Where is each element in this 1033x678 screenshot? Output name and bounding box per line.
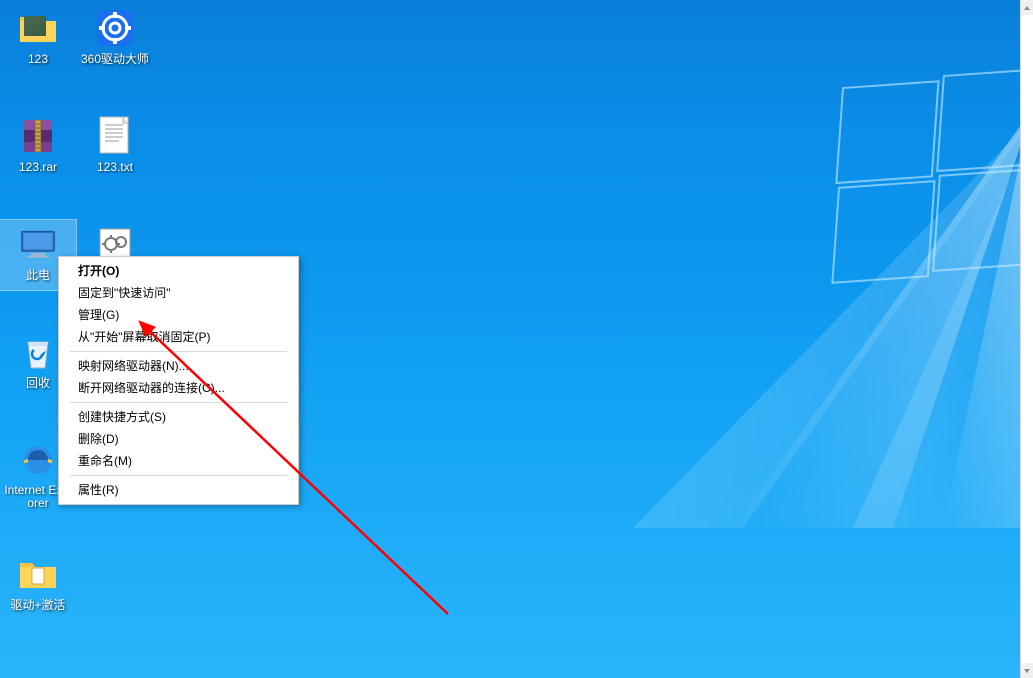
icon-label: 驱动+激活: [10, 598, 65, 612]
icon-label: 此电: [26, 268, 50, 282]
desktop-icon-driver-activate[interactable]: 驱动+激活: [0, 550, 76, 612]
desktop-icon-folder-123[interactable]: 123: [0, 4, 76, 66]
icon-label: 123.rar: [19, 160, 57, 174]
desktop-icon-rar[interactable]: 123.rar: [0, 112, 76, 174]
scrollbar-down-button[interactable]: [1021, 663, 1033, 678]
folder-icon: [18, 554, 58, 594]
vertical-scrollbar[interactable]: [1020, 0, 1033, 678]
desktop-icon-driver-master[interactable]: 360驱动大师: [77, 4, 153, 66]
ie-icon: [18, 440, 58, 480]
chevron-up-icon: [1024, 6, 1030, 10]
icon-label: 123: [28, 52, 48, 66]
driver-master-icon: [95, 8, 135, 48]
icon-label: 123.txt: [97, 160, 133, 174]
txt-icon: [95, 116, 135, 156]
menu-item-create-shortcut[interactable]: 创建快捷方式(S): [60, 406, 297, 428]
desktop[interactable]: 123 360驱动大师: [0, 0, 1033, 678]
rar-icon: [18, 116, 58, 156]
menu-item-map-drive[interactable]: 映射网络驱动器(N)...: [60, 355, 297, 377]
menu-item-unpin-start[interactable]: 从"开始"屏幕取消固定(P): [60, 326, 297, 348]
menu-item-delete[interactable]: 删除(D): [60, 428, 297, 450]
desktop-icon-txt[interactable]: 123.txt: [77, 112, 153, 174]
menu-separator: [70, 351, 287, 352]
menu-item-manage[interactable]: 管理(G): [60, 304, 297, 326]
menu-item-properties[interactable]: 属性(R): [60, 479, 297, 501]
chevron-down-icon: [1024, 669, 1030, 673]
menu-item-disconnect-drive[interactable]: 断开网络驱动器的连接(C)...: [60, 377, 297, 399]
icon-label: 回收: [26, 376, 50, 390]
scrollbar-up-button[interactable]: [1021, 0, 1033, 15]
this-pc-icon: [18, 224, 58, 264]
icon-label: 360驱动大师: [81, 52, 149, 66]
folder-icon: [18, 8, 58, 48]
menu-item-pin-quick[interactable]: 固定到"快速访问": [60, 282, 297, 304]
wallpaper-light: [333, 28, 1033, 528]
menu-item-open[interactable]: 打开(O): [60, 260, 297, 282]
menu-separator: [70, 475, 287, 476]
menu-separator: [70, 402, 287, 403]
recycle-bin-icon: [18, 332, 58, 372]
context-menu: 打开(O) 固定到"快速访问" 管理(G) 从"开始"屏幕取消固定(P) 映射网…: [58, 256, 299, 505]
menu-item-rename[interactable]: 重命名(M): [60, 450, 297, 472]
